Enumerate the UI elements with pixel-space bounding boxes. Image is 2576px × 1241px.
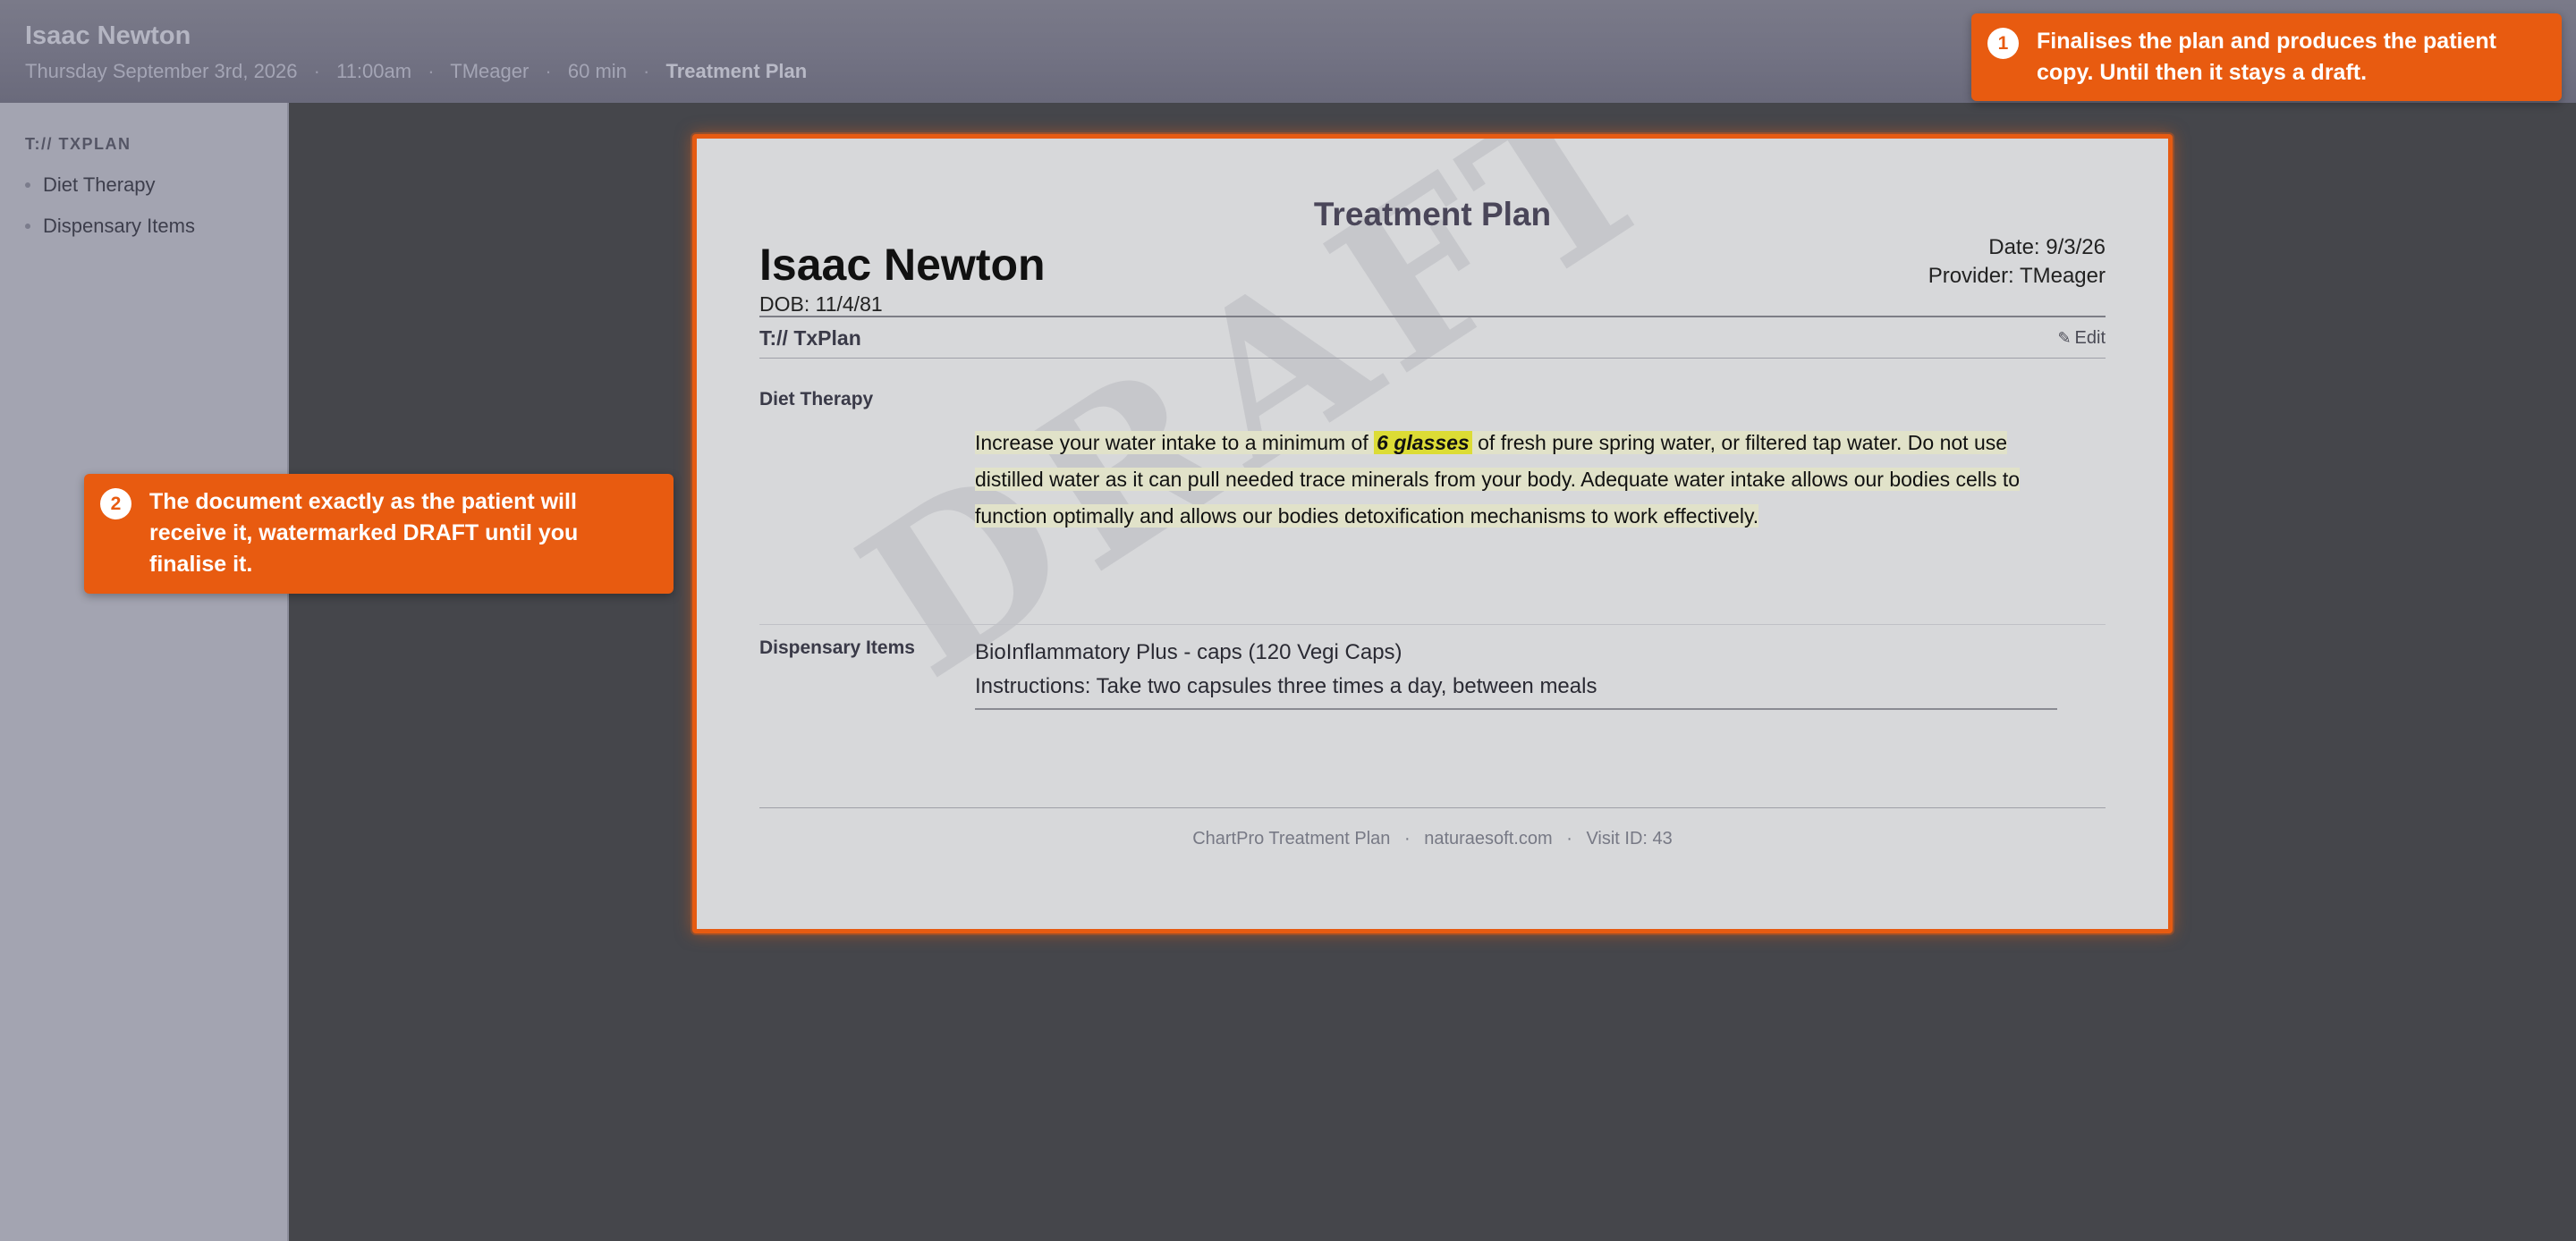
treatment-plan-document: DRAFT Treatment Plan Isaac Newton DOB: 1… xyxy=(697,139,2168,929)
document-date: Date: 9/3/26 xyxy=(1988,235,2106,259)
document-footer: ChartPro Treatment Plan · naturaesoft.co… xyxy=(697,829,2168,849)
appointment-time: 11:00am xyxy=(336,60,412,82)
document-title: Treatment Plan xyxy=(1313,196,1552,232)
document-date-provider: Date: 9/3/26 Provider: TMeager xyxy=(1928,233,2106,291)
footer-product: ChartPro Treatment Plan xyxy=(1192,829,1391,848)
separator: · xyxy=(1403,829,1411,848)
document-dob: DOB: 11/4/81 xyxy=(759,292,883,316)
sidebar-item-label: Dispensary Items xyxy=(43,215,195,237)
bullet-icon xyxy=(25,224,30,229)
separator: · xyxy=(313,60,320,82)
dispensary-item-instructions: Instructions: Take two capsules three ti… xyxy=(975,674,1597,698)
divider xyxy=(759,807,2106,808)
dispensary-item-name: BioInflammatory Plus - caps (120 Vegi Ca… xyxy=(975,640,1402,664)
callout-text: The document exactly as the patient will… xyxy=(149,489,579,577)
divider xyxy=(759,316,2106,317)
edit-button[interactable]: ✎ Edit xyxy=(2057,328,2106,349)
divider xyxy=(759,358,2106,359)
divider xyxy=(759,624,2106,625)
sidebar-item-dispensary-items[interactable]: Dispensary Items xyxy=(0,206,287,247)
appointment-duration: 60 min xyxy=(567,60,627,82)
appointment-provider: TMeager xyxy=(450,60,530,82)
footer-site: naturaesoft.com xyxy=(1424,829,1553,848)
divider xyxy=(975,708,2057,710)
callout-number-badge: 1 xyxy=(1987,28,2019,59)
callout-finalise: 1 Finalises the plan and produces the pa… xyxy=(1971,13,2562,101)
section-title: T:// TxPlan xyxy=(759,325,861,350)
sidebar-section-label: T:// TXPLAN xyxy=(25,135,131,153)
section-header: T:// TxPlan ✎ Edit xyxy=(759,323,2106,353)
sidebar-item-label: Diet Therapy xyxy=(43,173,156,196)
footer-visit-id: Visit ID: 43 xyxy=(1586,829,1673,848)
diet-highlight: 6 glasses xyxy=(1374,431,1472,454)
current-view-label: Treatment Plan xyxy=(665,60,808,82)
separator: · xyxy=(643,60,650,82)
document-provider: Provider: TMeager xyxy=(1928,264,2106,288)
appointment-date: Thursday September 3rd, 2026 xyxy=(25,60,298,82)
separator: · xyxy=(428,60,435,82)
separator: · xyxy=(1566,829,1572,848)
pencil-icon: ✎ xyxy=(2057,328,2072,347)
document-patient-name: Isaac Newton xyxy=(759,240,1046,290)
dispensary-item: BioInflammatory Plus - caps (120 Vegi Ca… xyxy=(975,636,1597,704)
dispensary-items-label: Dispensary Items xyxy=(759,637,915,658)
edit-label: Edit xyxy=(2074,327,2106,348)
callout-document-preview: 2 The document exactly as the patient wi… xyxy=(84,474,674,594)
diet-therapy-text: Increase your water intake to a minimum … xyxy=(975,425,2048,535)
document-preview: DRAFT Treatment Plan Isaac Newton DOB: 1… xyxy=(692,134,2173,933)
sidebar: T:// TXPLAN Diet Therapy Dispensary Item… xyxy=(0,103,289,1241)
diet-therapy-label: Diet Therapy xyxy=(759,389,874,409)
bullet-icon xyxy=(25,182,30,188)
callout-number-badge: 2 xyxy=(100,488,131,519)
diet-text-part: Increase your water intake to a minimum … xyxy=(975,431,1375,454)
sidebar-item-diet-therapy[interactable]: Diet Therapy xyxy=(0,165,287,206)
separator: · xyxy=(545,60,552,82)
callout-text: Finalises the plan and produces the pati… xyxy=(2037,29,2496,85)
